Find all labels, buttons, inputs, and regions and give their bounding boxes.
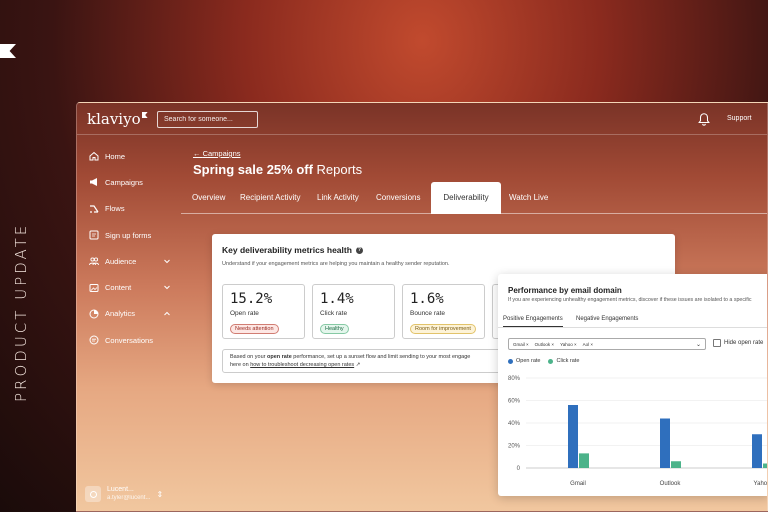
engagement-tabs: Positive Engagements Negative Engagement…: [498, 312, 767, 328]
sidebar-item-signup-forms[interactable]: Sign up forms: [77, 222, 177, 248]
metric-bounce-rate: 1.6% Bounce rate Room for improvement: [402, 284, 485, 339]
metrics-card-title: Key deliverability metrics health?: [222, 245, 363, 255]
chip-gmail[interactable]: Gmail ×: [513, 342, 529, 347]
x-tick-label: Yahoo: [754, 481, 768, 487]
troubleshoot-link[interactable]: how to troubleshoot decreasing open rate…: [250, 362, 354, 368]
flows-icon: [90, 205, 99, 213]
sidebar-nav: Home Campaigns Flows Sign up forms Audie…: [77, 143, 177, 353]
breadcrumb[interactable]: ← Campaigns: [193, 149, 241, 158]
domain-filter-select[interactable]: Gmail × Outlook × Yahoo × Aol × ⌄: [508, 338, 706, 350]
page-title: Spring sale 25% off Reports: [193, 162, 363, 177]
sidebar-item-label: Sign up forms: [105, 230, 152, 240]
domain-card-title: Performance by email domain: [508, 286, 622, 295]
legend-open-rate: Open rate: [508, 358, 540, 364]
chip-yahoo[interactable]: Yahoo ×: [560, 342, 577, 347]
bar-open-rate[interactable]: [568, 405, 578, 468]
legend-click-rate: Click rate: [548, 358, 579, 364]
status-badge: Room for improvement: [410, 324, 476, 334]
bar-open-rate[interactable]: [752, 434, 762, 468]
tab-watch-live[interactable]: Watch Live: [509, 182, 548, 214]
support-link[interactable]: Support: [727, 115, 752, 122]
tab-positive-engagements[interactable]: Positive Engagements: [503, 316, 563, 327]
sidebar-item-label: Home: [105, 151, 126, 161]
bell-icon[interactable]: [697, 112, 711, 126]
y-tick-label: 0: [517, 466, 521, 472]
domain-bar-chart: 80% 60% 40% 20% 0 Gmail Outlook Yahoo: [508, 376, 768, 487]
app-window: klaviyo Support Home Campaigns Flows Sig…: [76, 102, 768, 512]
y-tick-label: 80%: [508, 376, 521, 382]
klaviyo-logo[interactable]: klaviyo: [87, 110, 148, 128]
sidebar-item-home[interactable]: Home: [77, 143, 177, 169]
external-link-icon: ↗: [355, 362, 361, 368]
audience-icon: [89, 257, 99, 266]
account-switcher[interactable]: Lucent... a.tyler@lucent... ⇕: [85, 485, 163, 503]
analytics-icon: [89, 309, 99, 319]
y-tick-label: 60%: [508, 399, 521, 405]
avatar-icon: [89, 490, 97, 498]
help-icon[interactable]: ?: [355, 246, 363, 254]
sidebar-item-campaigns[interactable]: Campaigns: [77, 169, 177, 195]
tab-recipient-activity[interactable]: Recipient Activity: [240, 182, 300, 214]
checkbox[interactable]: [713, 339, 721, 347]
y-tick-label: 40%: [508, 421, 521, 427]
sidebar-item-label: Campaigns: [105, 177, 143, 187]
sidebar-item-label: Audience: [105, 256, 137, 266]
chat-icon: [89, 335, 99, 345]
report-tabs: Overview Recipient Activity Link Activit…: [181, 182, 767, 214]
metric-open-rate: 15.2% Open rate Needs attention: [222, 284, 305, 339]
metrics-card-subtitle: Understand if your engagement metrics ar…: [222, 261, 450, 267]
bar-click-rate[interactable]: [671, 461, 681, 468]
status-badge: Needs attention: [230, 324, 279, 334]
logo-flag-icon: [141, 112, 148, 118]
bar-click-rate[interactable]: [763, 463, 768, 469]
content-icon: [89, 283, 99, 292]
flag-icon: [0, 44, 16, 58]
x-tick-label: Gmail: [570, 481, 586, 487]
sidebar-item-conversations[interactable]: Conversations: [77, 327, 177, 353]
sidebar-item-content[interactable]: Content: [77, 274, 177, 300]
form-icon: [89, 230, 99, 240]
tab-link-activity[interactable]: Link Activity: [317, 182, 359, 214]
hide-open-rate-toggle[interactable]: Hide open rate: [713, 339, 763, 347]
avatar: [85, 486, 101, 502]
sidebar-item-audience[interactable]: Audience: [77, 248, 177, 274]
chevron-down-icon[interactable]: [163, 283, 171, 291]
x-tick-label: Outlook: [660, 481, 682, 487]
sidebar-item-flows[interactable]: Flows: [77, 196, 177, 222]
tab-deliverability[interactable]: Deliverability: [431, 182, 501, 214]
chevron-down-icon: ⌄: [695, 342, 701, 348]
domain-card-subtitle: If you are experiencing unhealthy engage…: [508, 297, 752, 303]
chip-outlook[interactable]: Outlook ×: [535, 342, 554, 347]
bar-click-rate[interactable]: [579, 453, 589, 468]
bar-open-rate[interactable]: [660, 418, 670, 469]
megaphone-icon: [90, 178, 97, 187]
status-badge: Healthy: [320, 324, 349, 334]
chip-aol[interactable]: Aol ×: [583, 342, 593, 347]
chart-legend: Open rate Click rate: [508, 358, 587, 364]
sidebar-item-analytics[interactable]: Analytics: [77, 301, 177, 327]
sidebar-item-label: Flows: [105, 204, 125, 214]
search-input[interactable]: [157, 111, 258, 128]
tab-conversions[interactable]: Conversions: [376, 182, 420, 214]
tab-negative-engagements[interactable]: Negative Engagements: [576, 316, 638, 322]
chevron-up-icon[interactable]: [163, 310, 171, 318]
tab-overview[interactable]: Overview: [192, 182, 225, 214]
product-update-label: PRODUCT UPDATE: [12, 222, 30, 402]
y-tick-label: 20%: [508, 444, 521, 450]
back-arrow-icon: ←: [193, 149, 203, 158]
home-icon: [89, 151, 99, 161]
account-email: a.tyler@lucent...: [107, 495, 151, 501]
switch-chevron-icon: ⇕: [156, 489, 164, 499]
email-domain-card: Performance by email domain If you are e…: [498, 274, 768, 496]
sidebar-item-label: Conversations: [105, 335, 153, 345]
sidebar-item-label: Content: [105, 283, 132, 293]
account-name: Lucent...: [107, 486, 134, 493]
chevron-down-icon[interactable]: [163, 257, 171, 265]
top-bar: klaviyo Support: [77, 103, 767, 135]
sidebar-item-label: Analytics: [105, 309, 136, 319]
metric-click-rate: 1.4% Click rate Healthy: [312, 284, 395, 339]
